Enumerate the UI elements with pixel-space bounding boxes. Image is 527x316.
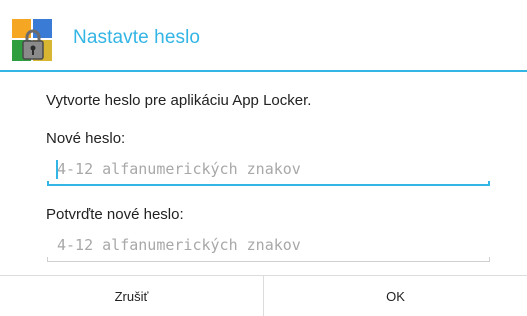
ok-button[interactable]: OK [264,276,527,316]
new-password-field[interactable] [47,156,490,186]
confirm-password-field[interactable] [47,232,490,262]
dialog-titlebar: Nastavte heslo [0,0,527,70]
text-caret [56,160,58,179]
field-underline [47,261,490,262]
field-underline-tick [47,181,49,186]
confirm-password-input[interactable] [47,232,490,258]
field-underline [47,184,490,186]
field-underline-tick [489,257,490,262]
set-password-dialog: Nastavte heslo Vytvorte heslo pre apliká… [0,0,527,316]
field-underline-tick [488,181,490,186]
new-password-label: Nové heslo: [46,130,126,147]
dialog-prompt: Vytvorte heslo pre aplikáciu App Locker. [46,92,312,109]
cancel-button[interactable]: Zrušiť [0,276,263,316]
dialog-title: Nastavte heslo [73,27,201,48]
title-divider [0,70,527,72]
new-password-input[interactable] [47,156,490,182]
dialog-button-bar: Zrušiť OK [0,275,527,316]
app-locker-lock-icon [12,19,52,61]
confirm-password-label: Potvrďte nové heslo: [46,206,184,223]
field-underline-tick [47,257,48,262]
